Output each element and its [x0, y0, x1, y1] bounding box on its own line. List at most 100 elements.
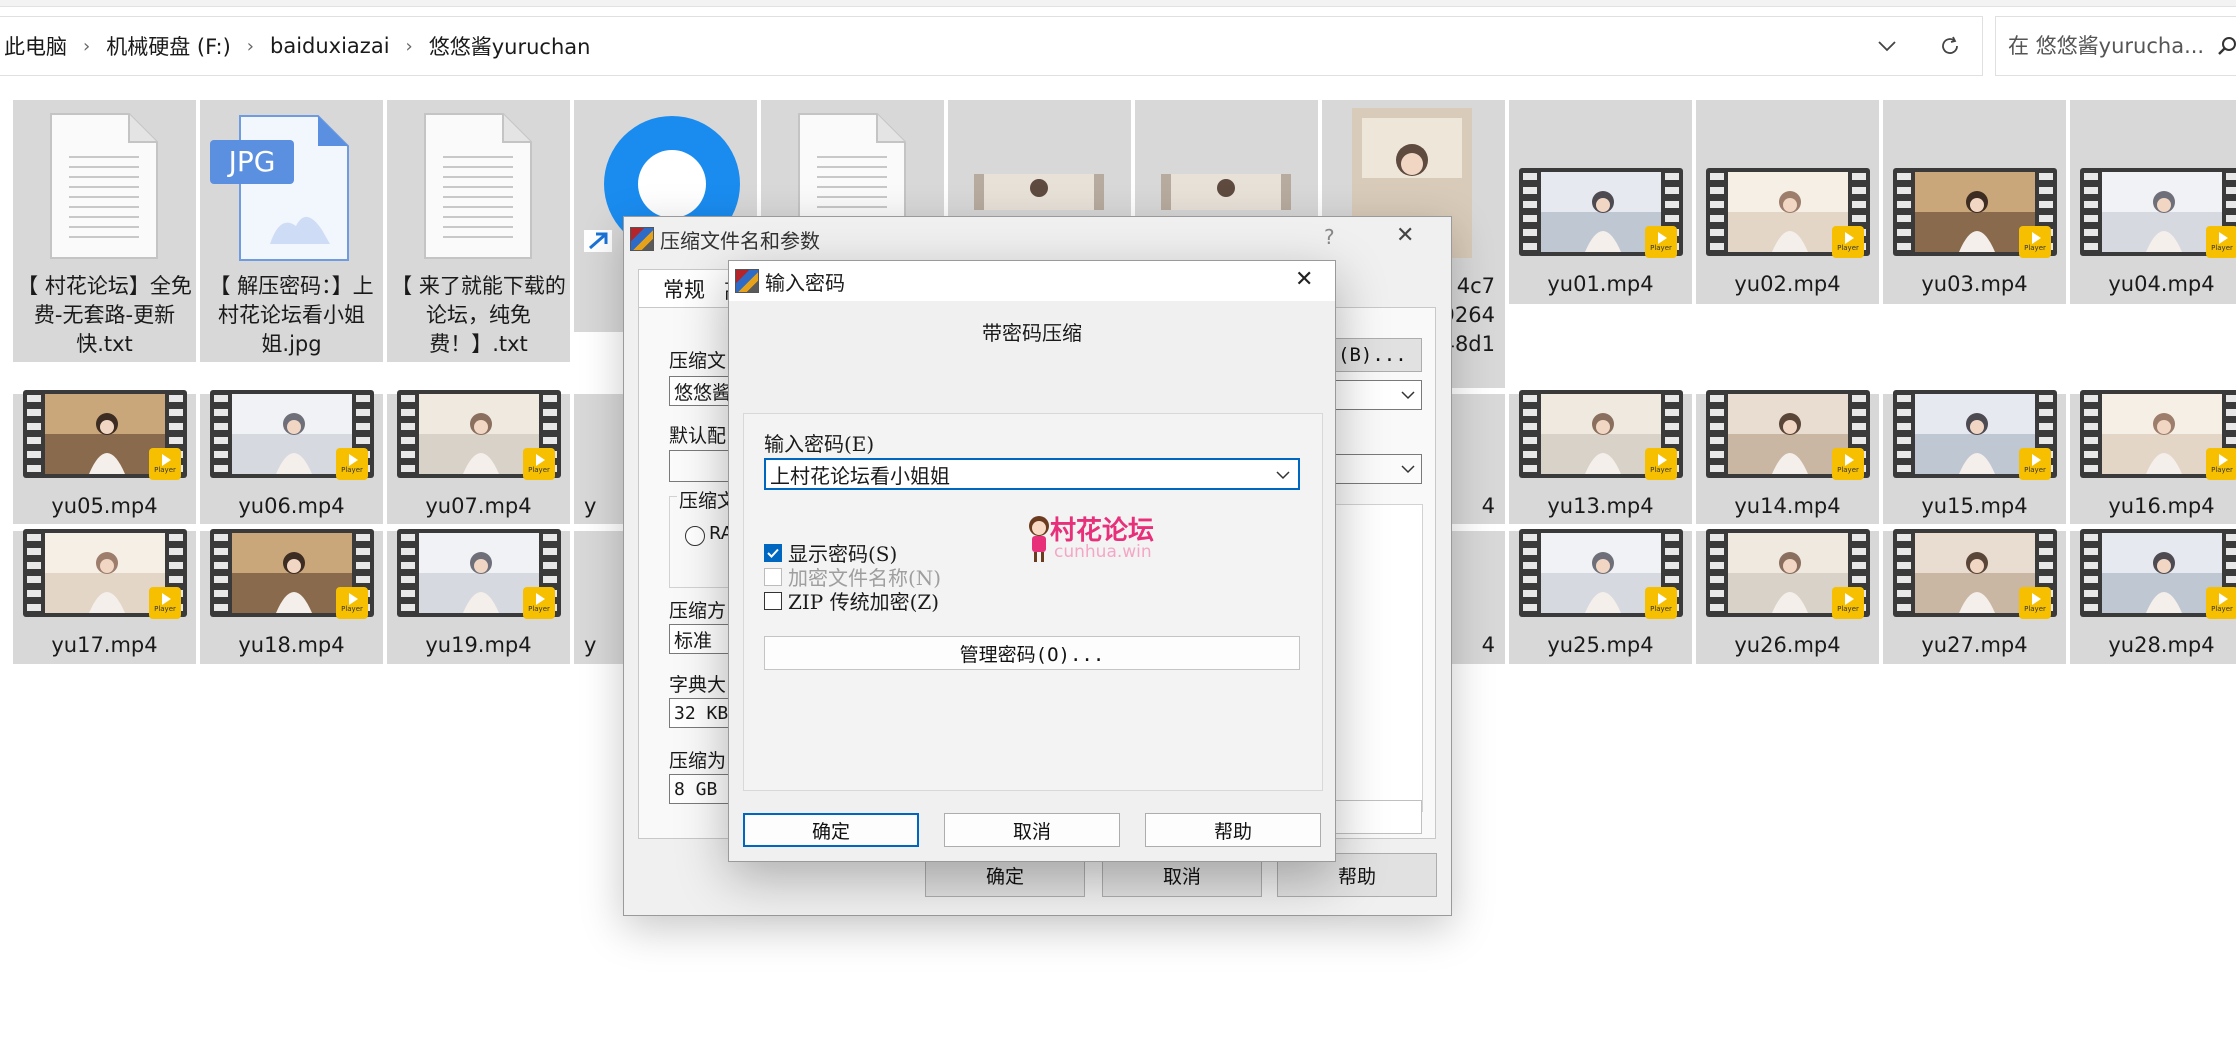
player-badge-icon: Player: [523, 587, 555, 619]
close-icon[interactable]: ✕: [1396, 223, 1414, 248]
close-icon[interactable]: ✕: [1295, 267, 1313, 292]
file-item[interactable]: 【 来了就能下载的论坛，纯免费！】.txt: [387, 100, 570, 362]
address-bar[interactable]: 此电脑 › 机械硬盘 (F:) › baiduxiazai › 悠悠酱yuruc…: [0, 16, 1983, 76]
file-name: yu16.mp4: [2108, 494, 2215, 518]
file-name: yu19.mp4: [425, 633, 532, 657]
video-file-item[interactable]: Player yu03.mp4: [1883, 100, 2066, 304]
archive-name-field[interactable]: 悠悠酱: [669, 376, 729, 406]
video-file-item[interactable]: Player yu07.mp4: [387, 390, 570, 524]
chevron-down-icon[interactable]: [1872, 31, 1902, 61]
manage-passwords-button[interactable]: 管理密码(O)...: [764, 636, 1300, 670]
video-file-item[interactable]: Player yu17.mp4: [13, 529, 196, 664]
split-select[interactable]: 8 GB: [669, 774, 729, 804]
tab-general[interactable]: 常规: [638, 269, 730, 308]
search-input[interactable]: 在 悠悠酱yurucha...: [2008, 17, 2204, 75]
video-thumbnail: Player: [1519, 529, 1683, 619]
player-badge-icon: Player: [336, 448, 368, 480]
video-file-item[interactable]: Player yu27.mp4: [1883, 529, 2066, 664]
password-input[interactable]: 上村花论坛看小姐姐: [764, 458, 1300, 490]
video-thumbnail: Player: [397, 529, 561, 619]
video-file-item[interactable]: Player yu28.mp4: [2070, 529, 2236, 664]
method-select[interactable]: 标准: [669, 624, 729, 654]
video-file-item[interactable]: Player yu26.mp4: [1696, 529, 1879, 664]
method-label: 压缩方: [669, 600, 727, 622]
file-name: 【 解压密码：】上村花论坛看小姐姐.jpg: [209, 274, 374, 356]
video-file-item[interactable]: Player yu16.mp4: [2070, 390, 2236, 524]
video-thumbnail: Player: [1893, 390, 2057, 480]
file-name: 【 村花论坛】全免费-无套路-更新快.txt: [17, 274, 192, 356]
password-value: 上村花论坛看小姐姐: [770, 463, 950, 488]
file-name: yu03.mp4: [1921, 272, 2028, 296]
password-ok-button[interactable]: 确定: [743, 813, 919, 847]
video-file-item[interactable]: Player yu06.mp4: [200, 390, 383, 524]
file-item[interactable]: JPG 【 解压密码：】上村花论坛看小姐姐.jpg: [200, 100, 383, 362]
update-mode-dropdown[interactable]: [1334, 454, 1422, 484]
video-file-item[interactable]: Player yu02.mp4: [1696, 100, 1879, 304]
video-file-item[interactable]: Player yu14.mp4: [1696, 390, 1879, 524]
checkbox-checked[interactable]: [764, 543, 782, 562]
default-profile-label: 默认配: [669, 425, 727, 447]
password-dialog-titlebar[interactable]: 输入密码: [729, 261, 1335, 301]
file-name: yu15.mp4: [1921, 494, 2028, 518]
player-badge-icon: Player: [2019, 226, 2051, 258]
archive-name-dropdown[interactable]: [1334, 380, 1422, 410]
breadcrumb-current-folder[interactable]: 悠悠酱yuruchan: [429, 31, 591, 61]
video-file-item[interactable]: Player yu18.mp4: [200, 529, 383, 664]
format-rar-radio[interactable]: [685, 526, 705, 546]
file-name: yu07.mp4: [425, 494, 532, 518]
player-badge-icon: Player: [2206, 587, 2236, 619]
archive-dialog-title: 压缩文件名和参数: [660, 228, 820, 253]
player-badge-icon: Player: [2019, 448, 2051, 480]
video-thumbnail: Player: [210, 390, 374, 480]
player-badge-icon: Player: [1645, 587, 1677, 619]
search-icon[interactable]: [2216, 34, 2236, 58]
chevron-down-icon[interactable]: [1401, 464, 1415, 474]
file-name: yu17.mp4: [51, 633, 158, 657]
breadcrumb-folder-baiduxiazai[interactable]: baiduxiazai: [270, 34, 390, 58]
video-thumbnail: Player: [2080, 168, 2236, 258]
split-label: 压缩为: [669, 750, 727, 772]
refresh-icon[interactable]: [1935, 31, 1965, 61]
video-file-item[interactable]: Player yu19.mp4: [387, 529, 570, 664]
chevron-down-icon[interactable]: [1401, 390, 1415, 400]
video-file-item[interactable]: Player yu01.mp4: [1509, 100, 1692, 304]
checkbox-unchecked[interactable]: [764, 591, 782, 610]
browse-button[interactable]: (B)...: [1334, 338, 1422, 372]
video-file-item[interactable]: Player yu15.mp4: [1883, 390, 2066, 524]
player-badge-icon: Player: [149, 587, 181, 619]
video-thumbnail: Player: [1893, 529, 2057, 619]
video-file-item[interactable]: Player yu25.mp4: [1509, 529, 1692, 664]
winrar-icon: [630, 227, 654, 251]
password-help-button[interactable]: 帮助: [1145, 813, 1321, 847]
zip-legacy-encryption-checkbox[interactable]: ZIP 传统加密(Z): [764, 586, 939, 615]
password-heading: 带密码压缩: [982, 321, 1082, 345]
video-thumbnail: Player: [2080, 529, 2236, 619]
breadcrumb-this-pc[interactable]: 此电脑: [4, 31, 67, 61]
video-file-item[interactable]: Player yu05.mp4: [13, 390, 196, 524]
text-file-icon: [50, 113, 158, 259]
help-icon[interactable]: ?: [1324, 225, 1335, 249]
file-name: yu13.mp4: [1547, 494, 1654, 518]
player-badge-icon: Player: [523, 448, 555, 480]
password-cancel-button[interactable]: 取消: [944, 813, 1120, 847]
dictionary-select[interactable]: 32 KB: [669, 698, 729, 728]
search-box[interactable]: 在 悠悠酱yurucha...: [1995, 16, 2236, 76]
breadcrumb-drive[interactable]: 机械硬盘 (F:): [106, 31, 231, 61]
profiles-button[interactable]: [669, 450, 729, 482]
video-thumbnail: Player: [23, 390, 187, 480]
file-item[interactable]: 【 村花论坛】全免费-无套路-更新快.txt: [13, 100, 196, 362]
video-file-item[interactable]: Player yu13.mp4: [1509, 390, 1692, 524]
player-badge-icon: Player: [336, 587, 368, 619]
svg-text:JPG: JPG: [227, 145, 276, 178]
video-thumbnail: Player: [1706, 529, 1870, 619]
player-badge-icon: Player: [1645, 226, 1677, 258]
zip-legacy-encryption-label: ZIP 传统加密(Z): [788, 590, 940, 614]
player-badge-icon: Player: [149, 448, 181, 480]
video-thumbnail: Player: [1706, 390, 1870, 480]
video-file-item[interactable]: Player yu04.mp4: [2070, 100, 2236, 304]
photo-thumbnail: [1161, 174, 1291, 210]
chevron-down-icon[interactable]: [1276, 471, 1290, 480]
image-file-icon: JPG: [210, 115, 349, 261]
options-field[interactable]: [1334, 800, 1422, 834]
watermark-subtitle: cunhua.win: [1054, 542, 1152, 562]
